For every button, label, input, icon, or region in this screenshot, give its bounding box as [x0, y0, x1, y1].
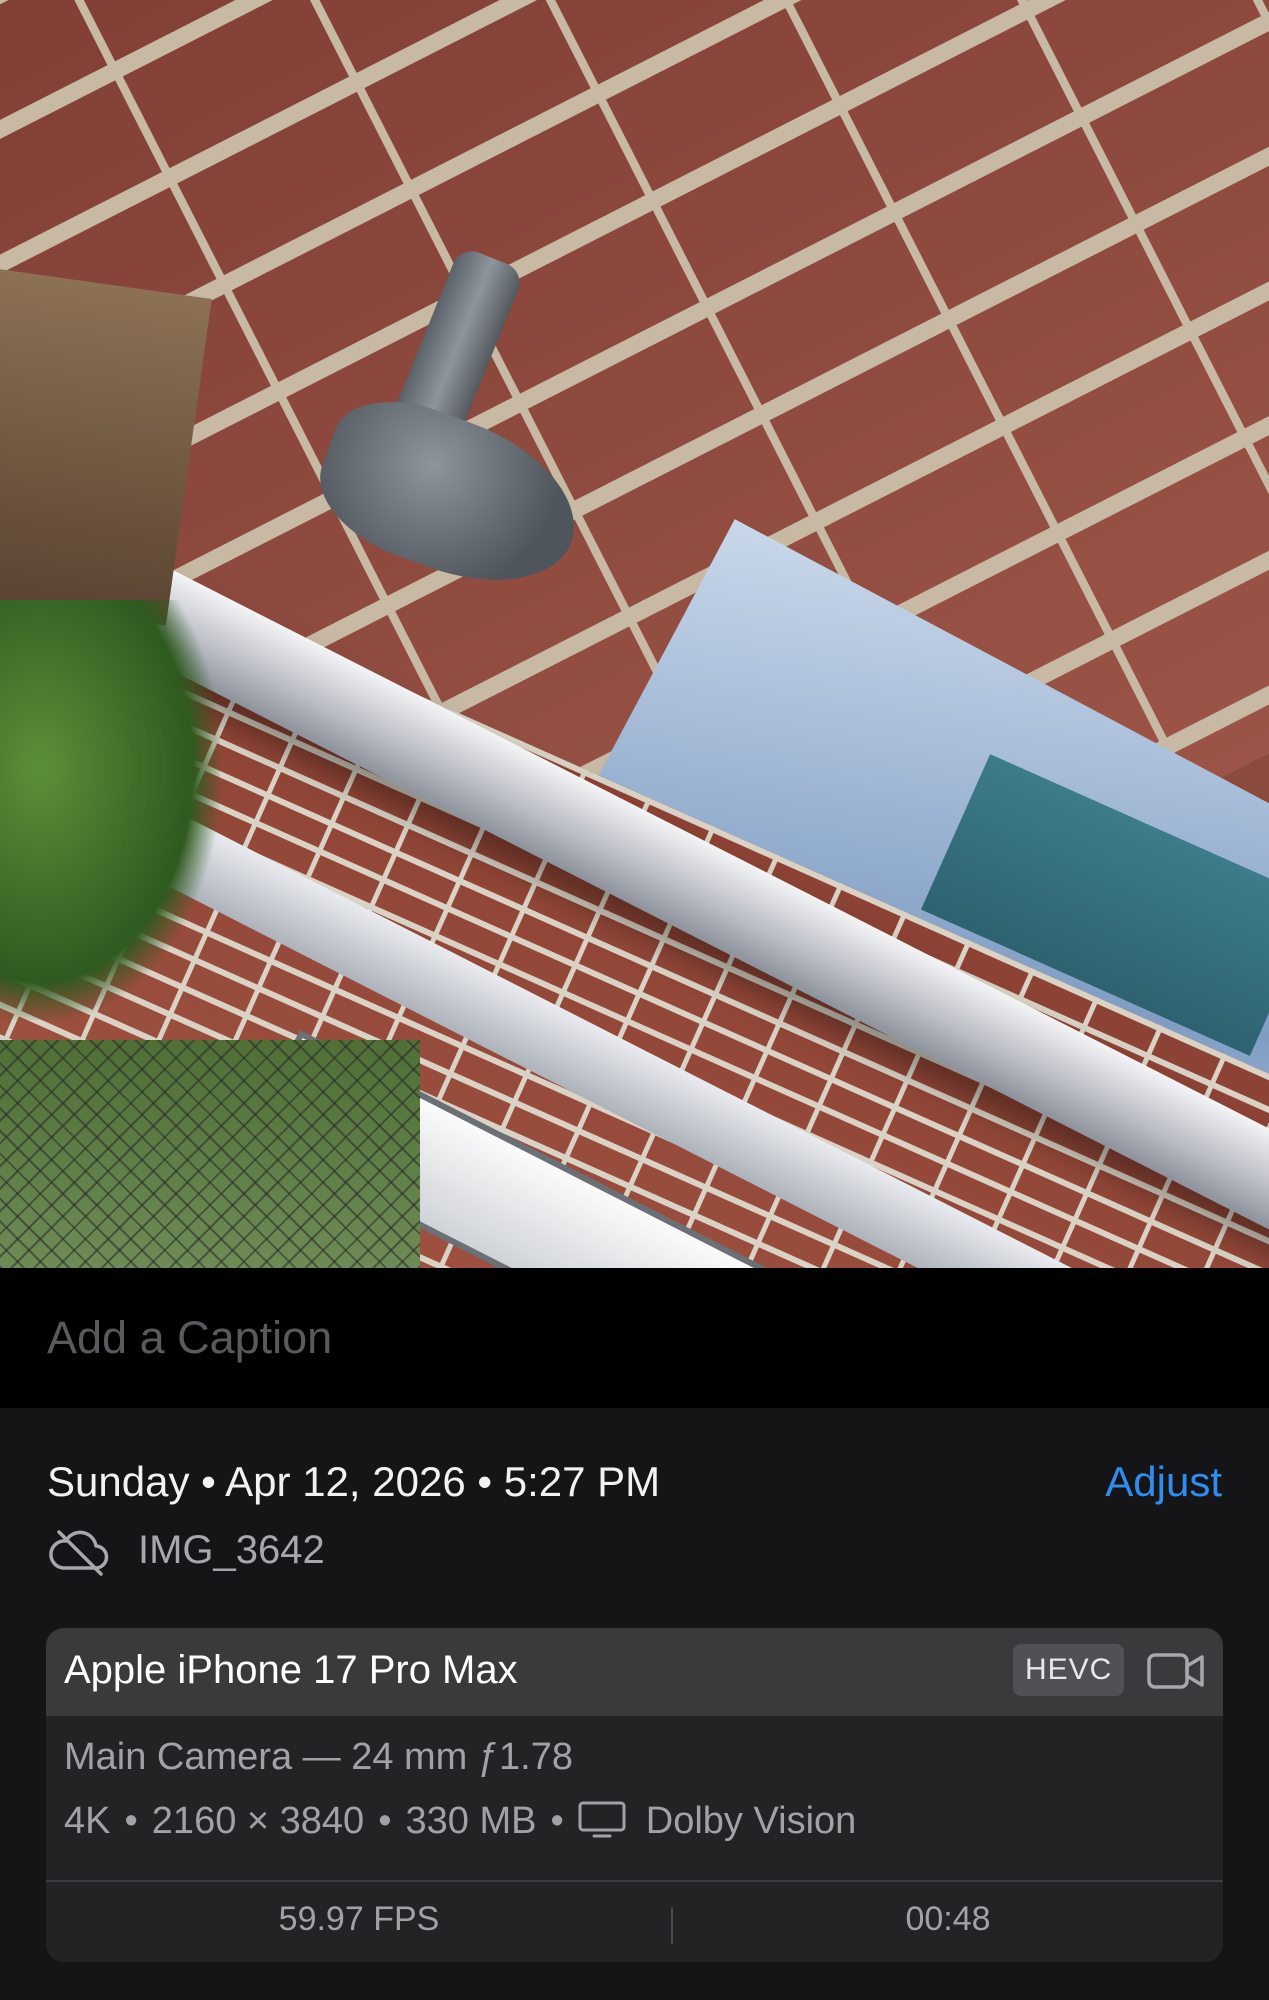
card-header: Apple iPhone 17 Pro Max HEVC [46, 1628, 1223, 1716]
photo-preview[interactable] [0, 0, 1269, 1268]
file-name: IMG_3642 [138, 1528, 325, 1572]
chain-fence [0, 1040, 420, 1268]
info-panel: Sunday • Apr 12, 2026 • 5:27 PM Adjust I… [0, 1408, 1269, 2000]
divider [46, 1880, 1223, 1882]
dimensions: 2160 × 3840 [151, 1800, 365, 1842]
format-badge: HEVC [1013, 1644, 1125, 1696]
caption-bar [0, 1268, 1269, 1408]
device-info-card: Apple iPhone 17 Pro Max HEVC Main Camera… [46, 1628, 1223, 1962]
duration: 00:48 [905, 1900, 991, 1938]
display-icon [578, 1801, 626, 1838]
frame-rate: 59.97 FPS [278, 1900, 440, 1938]
adjust-button[interactable]: Adjust [1105, 1458, 1222, 1506]
camera-lens: Main Camera — 24 mm ƒ1.78 [64, 1736, 573, 1778]
hdr-format: Dolby Vision [645, 1800, 857, 1842]
resolution: 4K [64, 1800, 111, 1842]
file-size: 330 MB [405, 1800, 537, 1842]
device-name: Apple iPhone 17 Pro Max [64, 1648, 518, 1692]
plant [0, 600, 220, 1020]
specs-line: 4K • 2160 × 3840 • 330 MB • Dolby Vision [64, 1800, 857, 1842]
video-camera-icon [1147, 1653, 1204, 1689]
date-time: Sunday • Apr 12, 2026 • 5:27 PM [47, 1458, 661, 1505]
cloud-slash-icon [49, 1530, 109, 1576]
caption-input[interactable] [47, 1308, 1147, 1368]
